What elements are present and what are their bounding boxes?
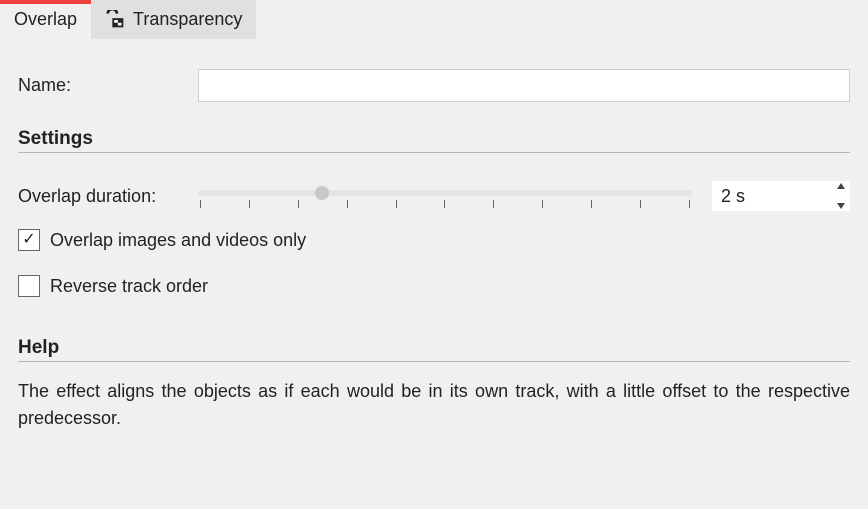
help-text: The effect aligns the objects as if each… (18, 378, 850, 432)
slider-thumb[interactable] (315, 186, 329, 200)
overlap-duration-label: Overlap duration: (18, 186, 198, 207)
name-row: Name: (18, 69, 850, 102)
section-title-help: Help (18, 337, 850, 359)
section-title-settings: Settings (18, 128, 850, 150)
tab-overlap-label: Overlap (14, 9, 77, 30)
divider (18, 361, 850, 362)
overlap-duration-row: Overlap duration: 2 s (18, 181, 850, 211)
name-label: Name: (18, 75, 198, 96)
checkbox-row-overlap-only: ✓ Overlap images and videos only (18, 229, 850, 251)
name-input[interactable] (198, 69, 850, 102)
checkbox-reverse-track-label: Reverse track order (50, 276, 208, 297)
overlap-duration-value[interactable]: 2 s (713, 182, 833, 210)
tab-transparency[interactable]: Transparency (91, 0, 256, 39)
spinner-up-icon[interactable] (837, 183, 845, 189)
slider-ticks (198, 200, 692, 208)
checkbox-reverse-track[interactable] (18, 275, 40, 297)
divider (18, 152, 850, 153)
slider-track (198, 190, 692, 196)
tab-transparency-label: Transparency (133, 9, 242, 30)
checkbox-overlap-only-label: Overlap images and videos only (50, 230, 306, 251)
tab-overlap[interactable]: Overlap (0, 0, 91, 39)
tab-bar: Overlap Transparency (0, 0, 868, 39)
overlap-duration-slider[interactable] (198, 184, 692, 208)
spinner-buttons (833, 182, 849, 210)
overlap-duration-spinner[interactable]: 2 s (712, 181, 850, 211)
transparency-icon (105, 10, 127, 30)
checkbox-overlap-only[interactable]: ✓ (18, 229, 40, 251)
checkbox-row-reverse: Reverse track order (18, 275, 850, 297)
spinner-down-icon[interactable] (837, 203, 845, 209)
